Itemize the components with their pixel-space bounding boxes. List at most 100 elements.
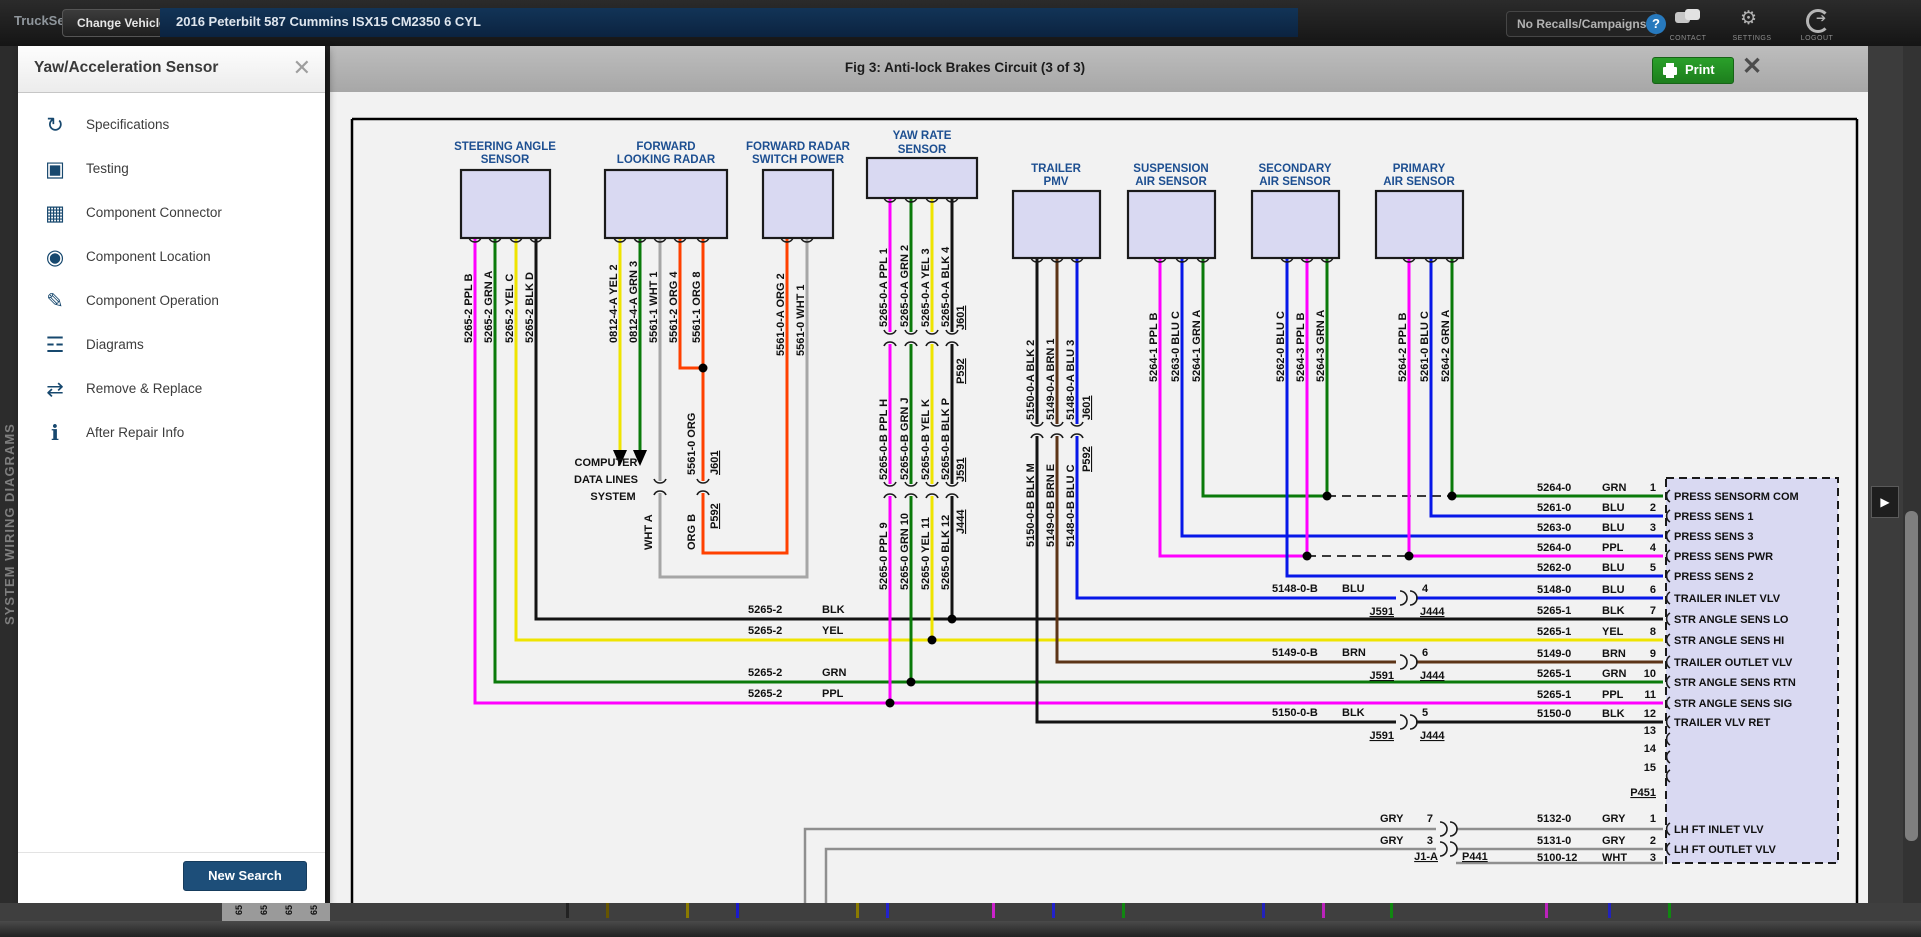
diagram-label: BRN bbox=[1342, 647, 1366, 659]
row-circuit: 5264-0 bbox=[1537, 482, 1571, 494]
sidebar-item-specifications[interactable]: ↻Specifications bbox=[18, 104, 325, 148]
settings-gear-icon[interactable]: ⚙ bbox=[1740, 9, 1757, 29]
row-pin: 2 bbox=[1650, 835, 1656, 847]
wire-gry bbox=[805, 829, 1663, 903]
sidebar-item-after-repair-info[interactable]: ℹAfter Repair Info bbox=[18, 412, 325, 456]
wire-label: 5561-0 ORG bbox=[686, 413, 698, 475]
no-recalls-button[interactable]: No Recalls/Campaigns bbox=[1506, 11, 1657, 37]
row-color: GRN bbox=[1602, 482, 1627, 494]
component-box bbox=[763, 170, 833, 238]
row-circuit: 5148-0 bbox=[1537, 584, 1571, 596]
row-color: BLK bbox=[1602, 605, 1625, 617]
background-wire-tick bbox=[1608, 903, 1611, 918]
diagram-label: 5265-2 bbox=[748, 604, 782, 616]
row-pin: 11 bbox=[1644, 689, 1656, 701]
row-pin: 15 bbox=[1644, 762, 1656, 774]
wire-label: J601 bbox=[1081, 396, 1093, 420]
diagram-label: P451 bbox=[1630, 787, 1656, 799]
panel-item-list: ↻Specifications▣Testing▦Component Connec… bbox=[18, 104, 325, 456]
diagram-label: GRN bbox=[822, 667, 847, 679]
wire-label: 5261-0 BLU C bbox=[1419, 311, 1431, 382]
row-color: BRN bbox=[1602, 648, 1626, 660]
wire-label: 5150-0-A BLK 2 bbox=[1025, 340, 1037, 420]
row-pin: 9 bbox=[1650, 648, 1656, 660]
panel-close-icon[interactable]: ✕ bbox=[293, 55, 311, 81]
sidebar-item-testing[interactable]: ▣Testing bbox=[18, 148, 325, 192]
sidebar-item-component-operation[interactable]: ✎Component Operation bbox=[18, 280, 325, 324]
row-pin: 1 bbox=[1650, 813, 1656, 825]
contact-icon[interactable] bbox=[1675, 9, 1701, 29]
background-wire-tick bbox=[1262, 903, 1265, 918]
wire-label: P592 bbox=[709, 503, 721, 529]
scrollbar-thumb[interactable] bbox=[1905, 511, 1918, 841]
wire-label: 5149-0-A BRN 1 bbox=[1045, 338, 1057, 420]
new-search-button[interactable]: New Search bbox=[183, 861, 307, 891]
wire-blu bbox=[1431, 258, 1663, 516]
connector-break bbox=[1400, 591, 1407, 605]
help-icon[interactable]: ? bbox=[1646, 14, 1666, 34]
wire-label: 5265-0-B GRN J bbox=[899, 397, 911, 480]
row-color: BLU bbox=[1602, 502, 1625, 514]
diagram-label: 5149-0-B bbox=[1272, 647, 1318, 659]
wire-grn bbox=[1203, 258, 1663, 496]
row-circuit: 5150-0 bbox=[1537, 708, 1571, 720]
sidebar-item-label: Testing bbox=[86, 161, 129, 176]
panel-header: Yaw/Acceleration Sensor ✕ bbox=[18, 46, 325, 93]
component-box bbox=[867, 158, 977, 198]
wire-label: 5265-0-B YEL K bbox=[920, 399, 932, 480]
diagram-label: SYSTEM bbox=[590, 491, 635, 503]
junction-dot bbox=[948, 615, 957, 624]
wire-label: 5264-2 GRN A bbox=[1440, 310, 1452, 382]
component-title: AIR SENSOR bbox=[1383, 176, 1455, 188]
component-box bbox=[1128, 191, 1215, 258]
background-page-bottom: 65656565 bbox=[0, 903, 1921, 921]
logout-icon[interactable] bbox=[1806, 9, 1830, 33]
print-button[interactable]: Print bbox=[1652, 57, 1734, 84]
wire-label: 5265-0-A YEL 3 bbox=[920, 248, 932, 327]
sidebar-item-diagrams[interactable]: ☲ Diagrams bbox=[18, 324, 325, 368]
background-wire-tick bbox=[1122, 903, 1125, 918]
expand-right-button[interactable]: ▶ bbox=[1871, 486, 1899, 518]
component-title: TRAILER bbox=[1031, 163, 1082, 175]
connector-row-name: PRESS SENS 2 bbox=[1674, 571, 1753, 583]
diagram-label: J591 bbox=[1370, 670, 1394, 682]
figure-close-icon[interactable]: ✕ bbox=[1742, 52, 1762, 81]
connector-row-name: LH FT INLET VLV bbox=[1674, 824, 1764, 836]
background-wire-tick bbox=[606, 903, 609, 918]
sidebar-item-component-location[interactable]: ◉Component Location bbox=[18, 236, 325, 280]
wire-label: 5265-2 YEL C bbox=[504, 274, 516, 343]
connector-row-name: STR ANGLE SENS LO bbox=[1674, 614, 1789, 626]
print-label: Print bbox=[1685, 62, 1715, 77]
wire-label: 5264-3 GRN A bbox=[1315, 310, 1327, 382]
diagram-label: BLU bbox=[1342, 583, 1365, 595]
row-pin: 8 bbox=[1650, 626, 1656, 638]
diagram-label: J444 bbox=[1420, 606, 1445, 618]
printer-icon bbox=[1663, 67, 1677, 75]
wire-blu bbox=[1182, 258, 1663, 536]
wire-label: 5150-0-B BLK M bbox=[1025, 463, 1037, 547]
row-pin: 5 bbox=[1650, 562, 1656, 574]
wire-label: 5263-0 BLU C bbox=[1170, 311, 1182, 382]
row-color: GRN bbox=[1602, 668, 1627, 680]
sidebar-item-label: Diagrams bbox=[86, 337, 144, 352]
sidebar-item-component-connector[interactable]: ▦Component Connector bbox=[18, 192, 325, 236]
row-circuit: 5265-1 bbox=[1537, 668, 1571, 680]
sidebar-item-remove-replace[interactable]: ⇄Remove & Replace bbox=[18, 368, 325, 412]
diagram-label: PPL bbox=[822, 688, 844, 700]
diagram-label: 7 bbox=[1427, 813, 1433, 825]
wire-label: J591 bbox=[955, 458, 967, 482]
junction-dot bbox=[1448, 492, 1457, 501]
vehicle-title: 2016 Peterbilt 587 Cummins ISX15 CM2350 … bbox=[176, 14, 1298, 29]
diagrams-icon: ☲ bbox=[40, 332, 70, 360]
connector-row-name: PRESS SENS PWR bbox=[1674, 551, 1773, 563]
component-title: PRIMARY bbox=[1393, 163, 1446, 175]
row-pin: 6 bbox=[1650, 584, 1656, 596]
diagram-label: 5148-0-B bbox=[1272, 583, 1318, 595]
row-color: BLK bbox=[1602, 708, 1625, 720]
background-wire-tick bbox=[686, 903, 689, 918]
connector-row-name: TRAILER VLV RET bbox=[1674, 717, 1771, 729]
junction-dot bbox=[907, 678, 916, 687]
component-title: SENSOR bbox=[898, 144, 947, 156]
panel-footer: New Search bbox=[18, 852, 325, 906]
row-pin: 10 bbox=[1644, 668, 1656, 680]
